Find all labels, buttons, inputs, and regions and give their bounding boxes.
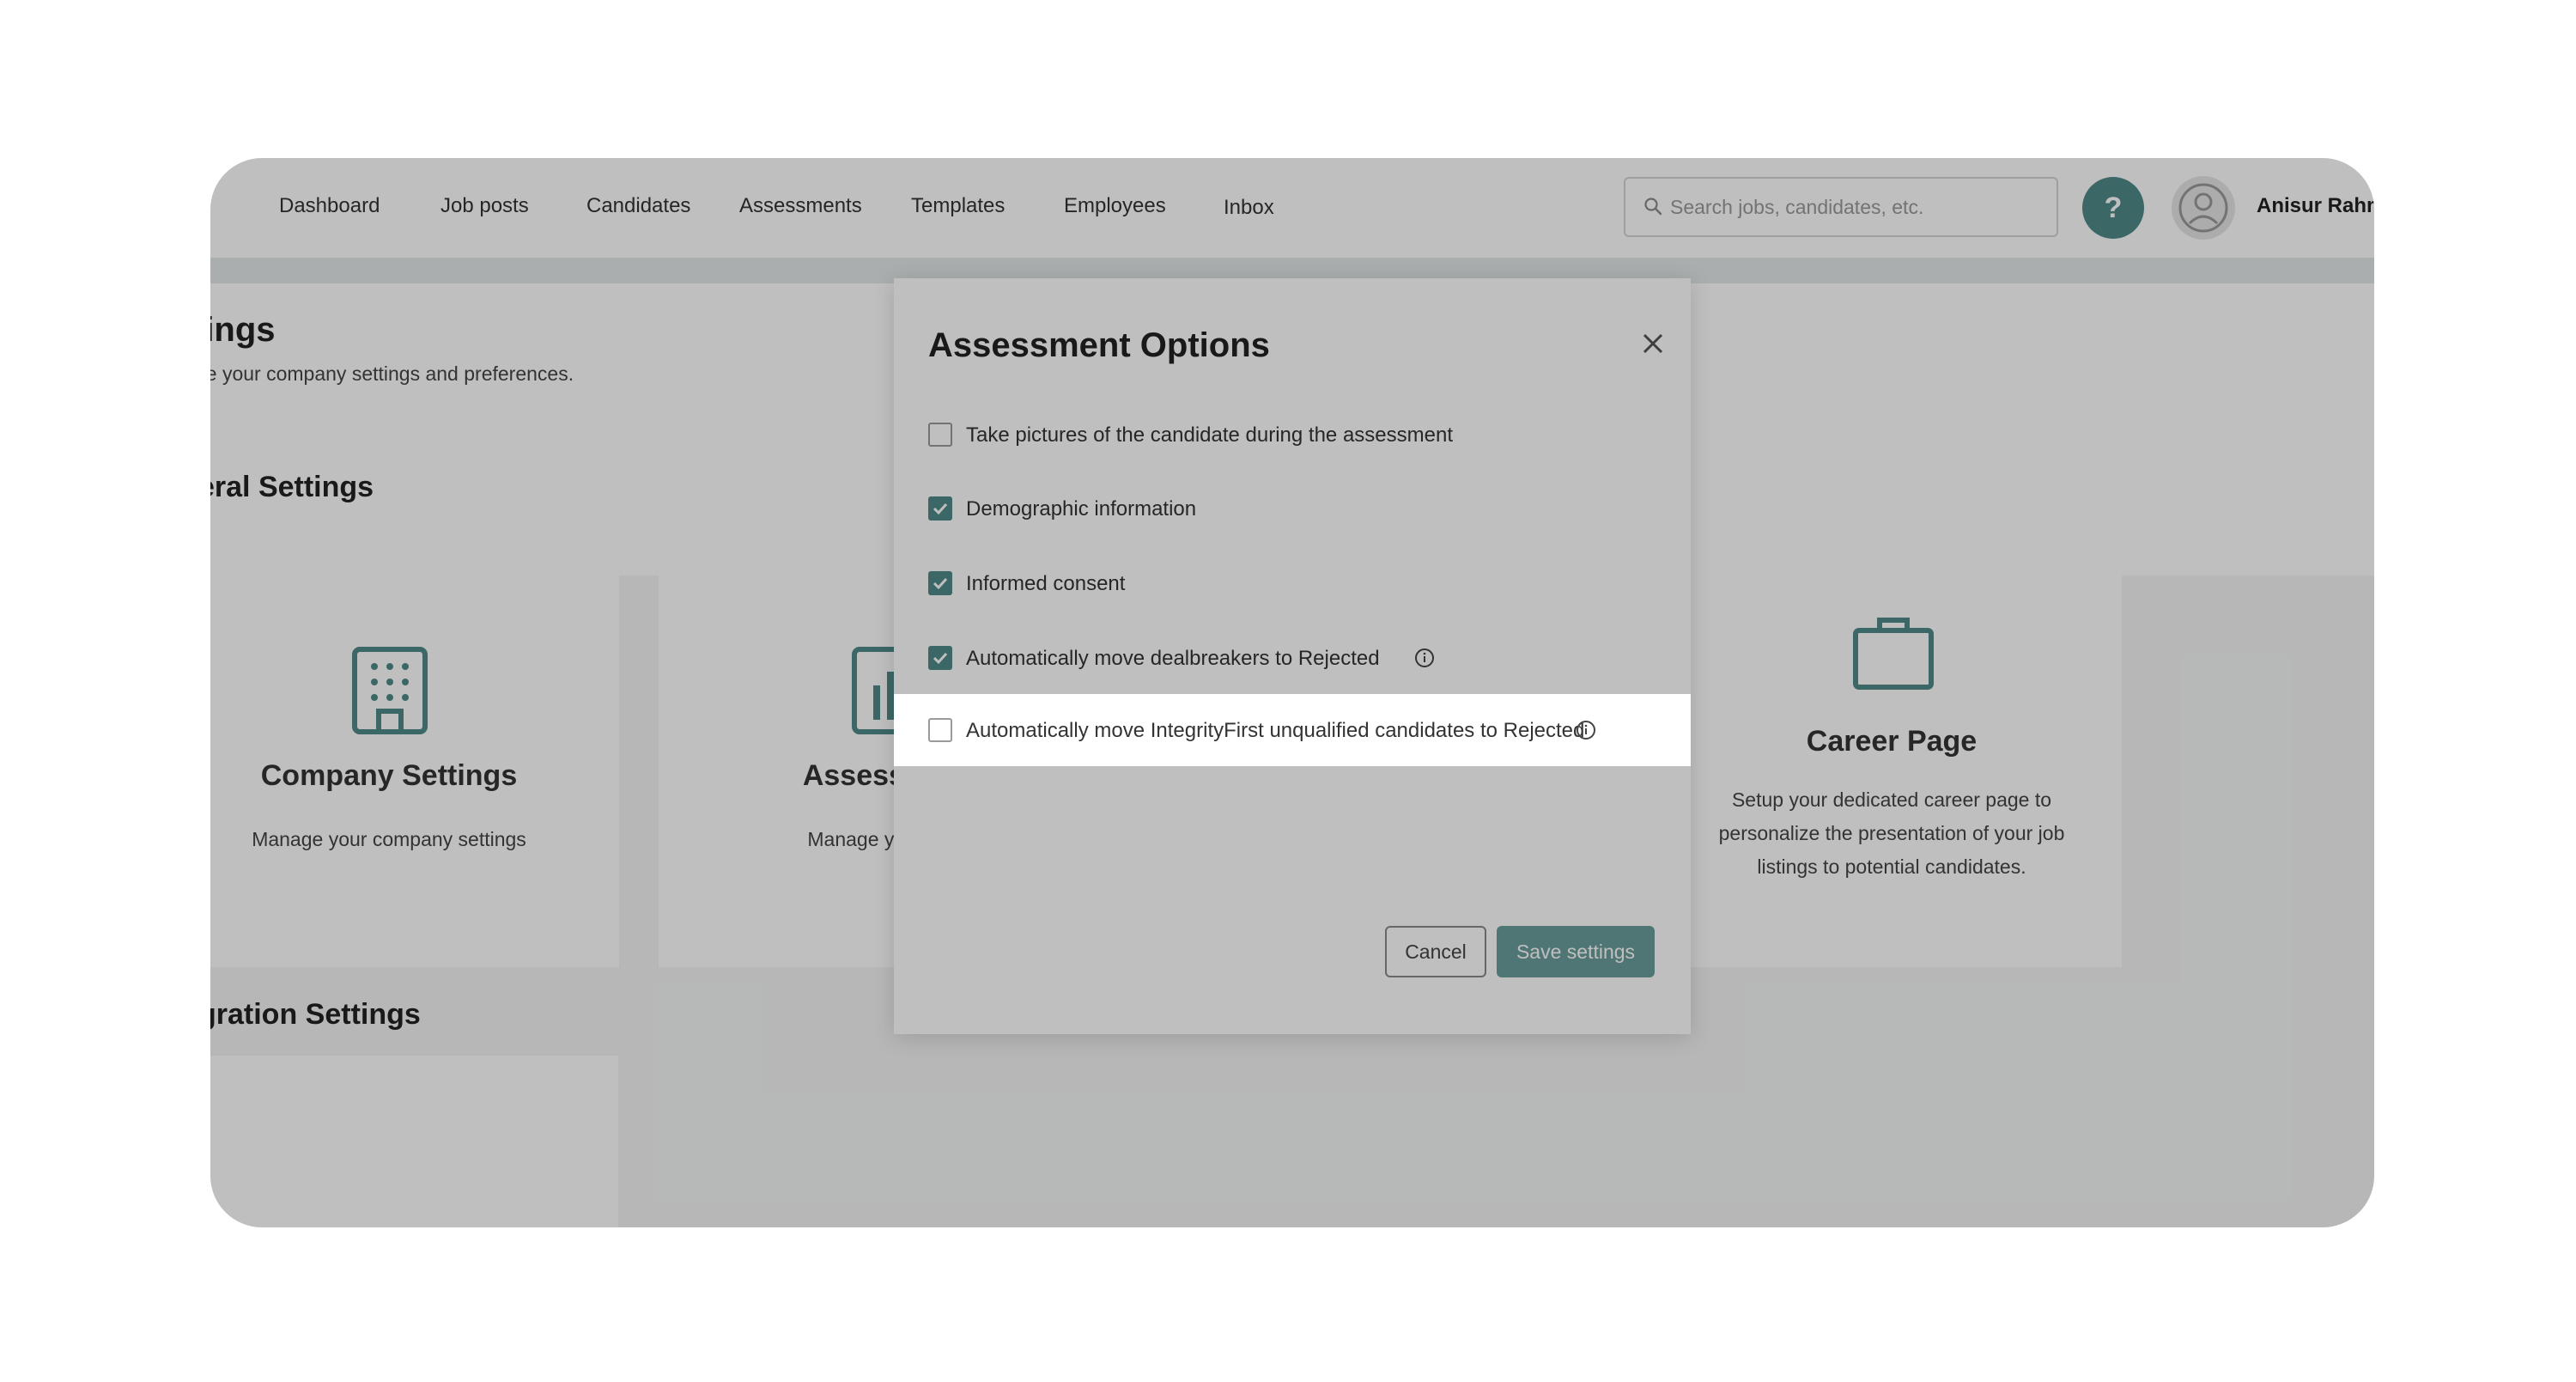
checkbox-dealbreakers[interactable] <box>928 646 952 670</box>
option-label: Automatically move IntegrityFirst unqual… <box>966 719 1585 742</box>
app-window: Dashboard Job posts Candidates Assessmen… <box>210 158 2374 1227</box>
option-integrityfirst[interactable]: Automatically move IntegrityFirst unqual… <box>928 718 1667 752</box>
option-take-pictures[interactable]: Take pictures of the candidate during th… <box>928 423 1615 457</box>
option-label: Take pictures of the candidate during th… <box>966 423 1453 447</box>
checkbox-demographic-info[interactable] <box>928 496 952 521</box>
close-icon[interactable] <box>1636 326 1670 361</box>
option-label: Demographic information <box>966 497 1197 521</box>
modal-title: Assessment Options <box>928 326 1270 364</box>
checkbox-take-pictures[interactable] <box>928 423 952 447</box>
checkbox-integrityfirst[interactable] <box>928 718 952 742</box>
option-label: Informed consent <box>966 572 1126 595</box>
checkbox-informed-consent[interactable] <box>928 571 952 595</box>
info-icon[interactable] <box>1576 720 1596 740</box>
option-dealbreakers[interactable]: Automatically move dealbreakers to Rejec… <box>928 646 1615 680</box>
option-label: Automatically move dealbreakers to Rejec… <box>966 647 1380 670</box>
highlighted-option-row: Automatically move IntegrityFirst unqual… <box>894 694 1691 766</box>
assessment-options-modal: Assessment Options Take pictures of the … <box>894 278 1691 1034</box>
cancel-button[interactable]: Cancel <box>1385 926 1486 977</box>
option-informed-consent[interactable]: Informed consent <box>928 571 1615 606</box>
option-demographic-info[interactable]: Demographic information <box>928 496 1615 531</box>
info-icon[interactable] <box>1414 648 1435 668</box>
save-settings-button[interactable]: Save settings <box>1497 926 1655 977</box>
